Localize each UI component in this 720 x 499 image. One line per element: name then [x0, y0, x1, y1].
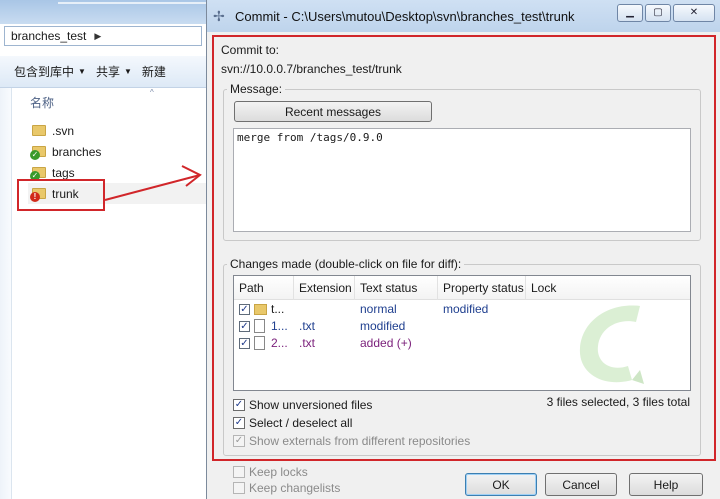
breadcrumb-item[interactable]: branches_test	[11, 29, 86, 43]
window-controls: ▁ ▢ ✕	[617, 4, 715, 22]
changes-table-header: Path Extension Text status Property stat…	[234, 276, 690, 300]
recent-messages-button[interactable]: Recent messages	[234, 101, 432, 122]
breadcrumb[interactable]: branches_test ▶	[4, 26, 202, 46]
select-all-checkbox[interactable]: ✓ Select / deselect all	[233, 416, 352, 430]
column-header-text-status[interactable]: Text status	[355, 276, 438, 300]
close-button[interactable]: ✕	[673, 4, 715, 22]
list-item[interactable]: .svn	[28, 120, 206, 141]
column-header-name[interactable]: 名称	[30, 94, 54, 111]
row-checkbox[interactable]: ✓	[239, 338, 250, 349]
annotation-highlight-box	[17, 179, 105, 211]
dialog-title: Commit - C:\Users\mutou\Desktop\svn\bran…	[235, 8, 575, 24]
row-text-status: normal	[360, 302, 397, 316]
explorer-window: branches_test ▶ 包含到库中 ▼ 共享 ▼ 新建 ^ 名称 .svn …	[0, 0, 208, 499]
row-path: 1...	[271, 319, 288, 333]
row-property-status: modified	[443, 302, 489, 316]
row-text-status: modified	[360, 319, 406, 333]
include-in-library-button[interactable]: 包含到库中 ▼	[14, 63, 86, 80]
row-property-status	[438, 335, 443, 352]
help-button[interactable]: Help	[629, 473, 703, 496]
keep-changelists-checkbox: Keep changelists	[233, 481, 340, 495]
minimize-button[interactable]: ▁	[617, 4, 643, 22]
row-extension	[294, 301, 299, 318]
changes-group-label: Changes made (double-click on file for d…	[227, 257, 465, 271]
navigation-pane[interactable]	[0, 88, 12, 499]
file-icon	[254, 319, 265, 333]
svn-normal-overlay-icon: ✓	[30, 150, 40, 160]
cancel-button[interactable]: Cancel	[545, 473, 617, 496]
commit-url: svn://10.0.0.7/branches_test/trunk	[221, 62, 402, 76]
column-header-path[interactable]: Path	[234, 276, 294, 300]
folder-icon	[32, 125, 46, 136]
column-header-lock[interactable]: Lock	[526, 276, 690, 300]
file-icon	[254, 336, 265, 350]
row-path: 2...	[271, 336, 288, 350]
row-checkbox[interactable]: ✓	[239, 304, 250, 315]
folder-icon: ✓	[30, 146, 46, 160]
row-text-status: added (+)	[360, 336, 412, 350]
sort-caret-icon: ^	[150, 88, 154, 97]
list-item[interactable]: ✓ branches	[28, 141, 206, 162]
row-path: t...	[271, 302, 285, 316]
show-externals-checkbox: ✓ Show externals from different reposito…	[233, 434, 471, 448]
message-group-label: Message:	[227, 82, 286, 96]
tortoisesvn-logo-icon: ✢	[213, 8, 225, 24]
commit-message-input[interactable]: merge from /tags/0.9.0	[233, 128, 691, 232]
chevron-down-icon: ▼	[123, 67, 132, 76]
show-unversioned-checkbox[interactable]: ✓ Show unversioned files	[233, 398, 372, 412]
table-row[interactable]: ✓ t... normal modified	[234, 301, 690, 318]
dialog-titlebar[interactable]: ✢ Commit - C:\Users\mutou\Desktop\svn\br…	[207, 0, 720, 32]
selection-summary: 3 files selected, 3 files total	[546, 395, 690, 409]
row-extension: .txt	[299, 336, 316, 350]
commit-to-label: Commit to:	[221, 43, 280, 57]
chevron-down-icon: ▼	[78, 67, 86, 76]
column-header-extension[interactable]: Extension	[294, 276, 355, 300]
new-folder-button[interactable]: 新建	[142, 63, 166, 80]
folder-icon: ✓	[30, 167, 46, 181]
chevron-right-icon[interactable]: ▶	[94, 31, 101, 42]
maximize-button[interactable]: ▢	[645, 4, 671, 22]
changes-list[interactable]: Path Extension Text status Property stat…	[233, 275, 691, 391]
row-extension: .txt	[299, 319, 316, 333]
keep-locks-checkbox: Keep locks	[233, 465, 308, 479]
table-row[interactable]: ✓ 1... .txt modified	[234, 318, 690, 335]
explorer-title-strip	[0, 0, 208, 24]
table-row[interactable]: ✓ 2... .txt added (+)	[234, 335, 690, 352]
row-property-status	[438, 318, 443, 335]
ok-button[interactable]: OK	[465, 473, 537, 496]
share-button[interactable]: 共享 ▼	[96, 63, 132, 80]
explorer-toolbar: 包含到库中 ▼ 共享 ▼ 新建	[0, 56, 206, 88]
commit-dialog: ✢ Commit - C:\Users\mutou\Desktop\svn\br…	[206, 0, 720, 499]
column-header-property-status[interactable]: Property status	[438, 276, 526, 300]
row-checkbox[interactable]: ✓	[239, 321, 250, 332]
